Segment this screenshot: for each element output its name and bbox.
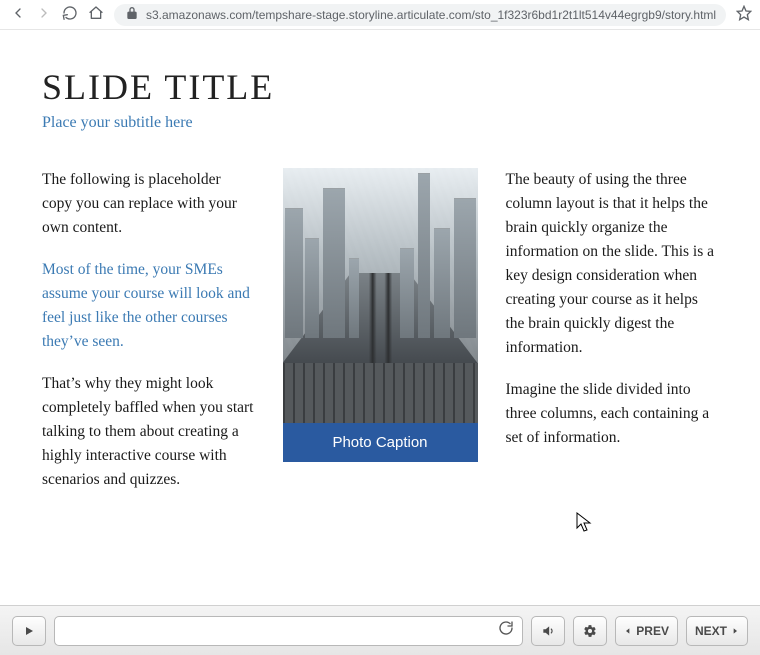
browser-toolbar: s3.amazonaws.com/tempshare-stage.storyli… <box>0 0 760 30</box>
left-paragraph-2: Most of the time, your SMEs assume your … <box>42 258 255 354</box>
play-button[interactable] <box>12 616 46 646</box>
slide-photo <box>283 168 478 423</box>
page-title: SLIDE TITLE <box>42 66 718 108</box>
slide-stage: SLIDE TITLE Place your subtitle here The… <box>0 30 760 605</box>
prev-label: PREV <box>636 624 669 638</box>
reload-button[interactable] <box>62 5 78 24</box>
volume-button[interactable] <box>531 616 565 646</box>
seek-bar[interactable] <box>54 616 523 646</box>
photo-skyline <box>283 168 478 338</box>
settings-button[interactable] <box>573 616 607 646</box>
right-paragraph-1: The beauty of using the three column lay… <box>506 168 719 360</box>
left-paragraph-3: That’s why they might look completely ba… <box>42 372 255 492</box>
replay-icon[interactable] <box>498 620 514 641</box>
photo-caption: Photo Caption <box>283 423 478 462</box>
url-text: s3.amazonaws.com/tempshare-stage.storyli… <box>146 8 716 22</box>
forward-button[interactable] <box>36 5 52 24</box>
prev-button[interactable]: PREV <box>615 616 678 646</box>
back-button[interactable] <box>10 5 26 24</box>
lock-icon <box>124 5 140 24</box>
address-bar[interactable]: s3.amazonaws.com/tempshare-stage.storyli… <box>114 4 726 26</box>
player-bar: PREV NEXT <box>0 605 760 655</box>
column-middle: Photo Caption <box>283 168 478 510</box>
home-button[interactable] <box>88 5 104 24</box>
left-paragraph-1: The following is placeholder copy you ca… <box>42 168 255 240</box>
next-label: NEXT <box>695 624 727 638</box>
column-left: The following is placeholder copy you ca… <box>42 168 255 510</box>
page-subtitle: Place your subtitle here <box>42 114 718 132</box>
right-paragraph-2: Imagine the slide divided into three col… <box>506 378 719 450</box>
star-icon[interactable] <box>736 5 752 24</box>
column-right: The beauty of using the three column lay… <box>506 168 719 510</box>
next-button[interactable]: NEXT <box>686 616 748 646</box>
